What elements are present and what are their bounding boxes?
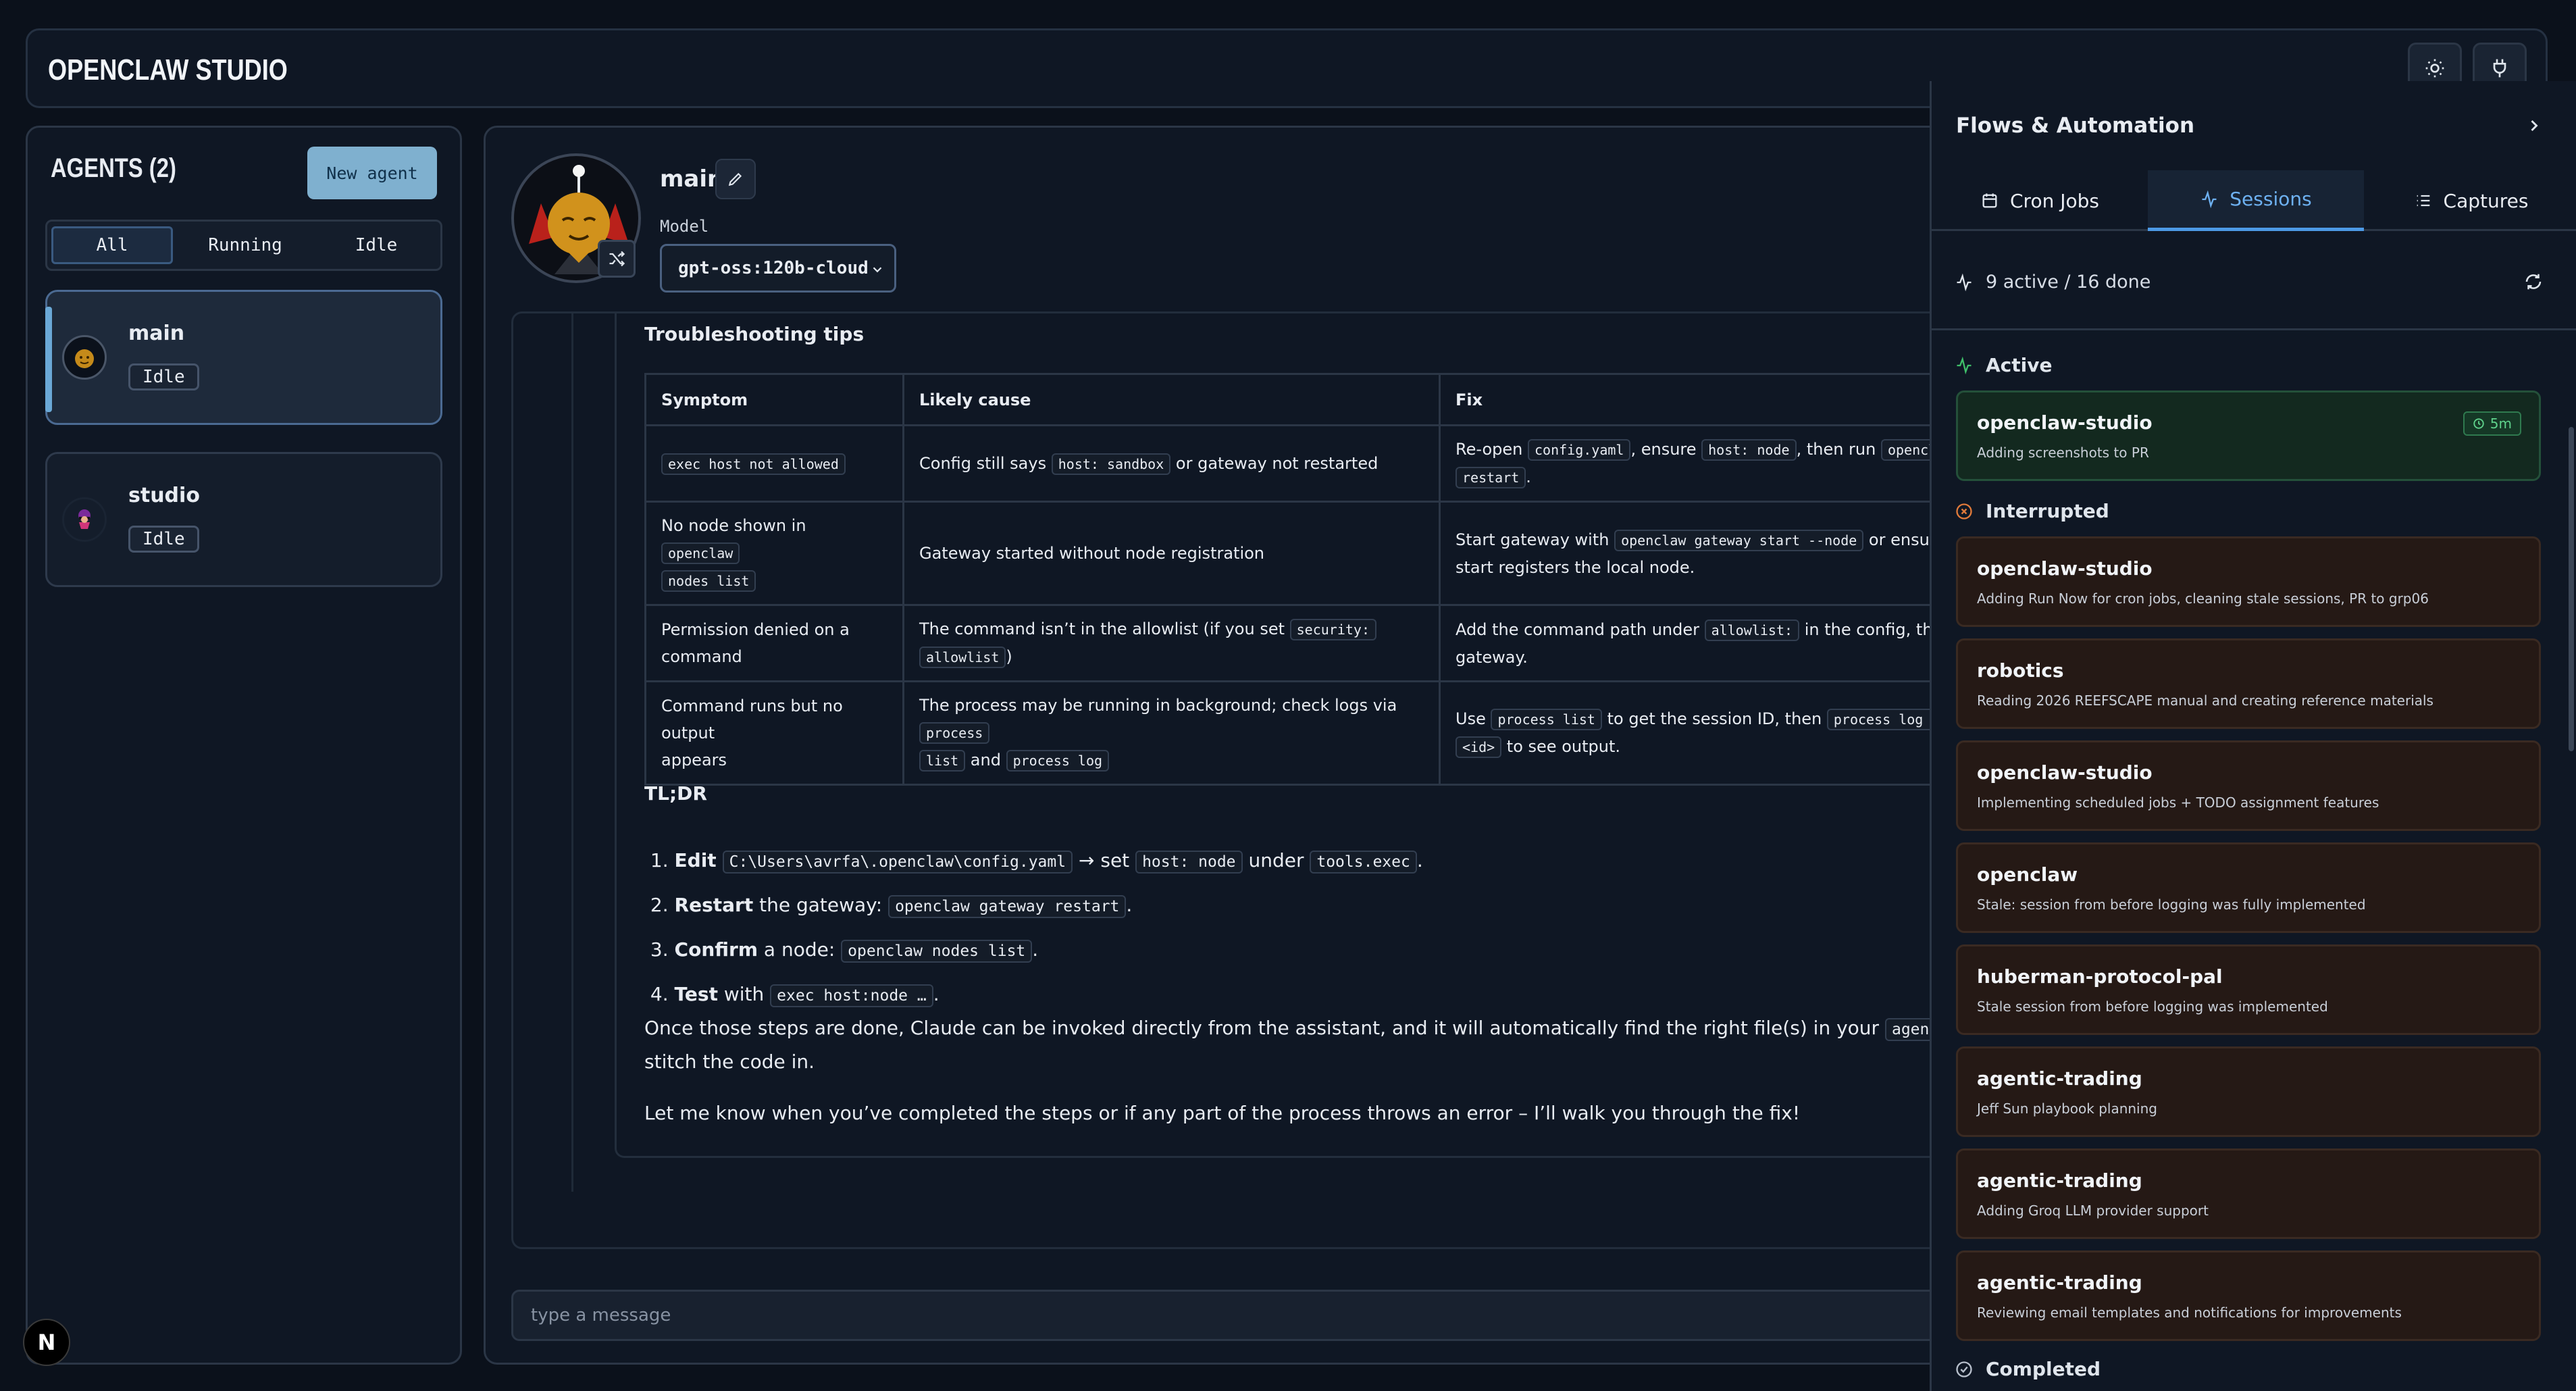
- filter-running[interactable]: Running: [182, 226, 308, 264]
- agents-panel: AGENTS (2) New agent All Running Idle ma…: [26, 126, 462, 1365]
- session-card[interactable]: agentic-trading Jeff Sun playbook plannin…: [1956, 1046, 2541, 1137]
- status-badge: Idle: [128, 526, 199, 553]
- refresh-button[interactable]: [2523, 272, 2544, 295]
- flows-title: Flows & Automation: [1956, 113, 2195, 138]
- app: OPENCLAW STUDIO AGENTS (2) New agent All…: [0, 0, 2576, 1391]
- refresh-icon: [2525, 274, 2542, 290]
- thread-line: [571, 313, 573, 1192]
- table-row: Permission denied on a command The comman…: [644, 604, 1992, 682]
- avatar: [62, 497, 107, 542]
- scrollbar-thumb[interactable]: [2569, 427, 2574, 751]
- filter-idle[interactable]: Idle: [315, 226, 438, 264]
- dev-tools-button[interactable]: N: [23, 1319, 70, 1366]
- avatar: [62, 335, 107, 380]
- session-card[interactable]: robotics Reading 2026 REEFSCAPE manual an…: [1956, 638, 2541, 729]
- table-header-row: Symptom Likely cause Fix: [644, 373, 1992, 426]
- agent-name-title: main: [660, 166, 724, 193]
- scrollbar[interactable]: [2567, 332, 2576, 1386]
- section-completed: Completed: [1955, 1358, 2101, 1380]
- table-cell: exec host not allowed: [644, 424, 904, 503]
- tab-cron-jobs[interactable]: Cron Jobs: [1932, 170, 2148, 231]
- plug-icon: [2493, 59, 2506, 78]
- chevron-down-icon: [873, 267, 882, 273]
- table-cell: Command runs but no output appears: [644, 680, 904, 786]
- filter-all[interactable]: All: [51, 226, 173, 264]
- new-agent-button[interactable]: New agent: [307, 147, 437, 199]
- list-item: 1. Edit C:\Users\avrfa\.openclaw\config.…: [644, 839, 1423, 884]
- chevron-right-icon: [2531, 120, 2538, 132]
- flows-panel: Flows & Automation Cron Jobs Sessions Ca…: [1930, 81, 2576, 1391]
- activity-icon: [1957, 273, 1972, 291]
- calendar-icon: [1982, 193, 1997, 208]
- status-badge: Idle: [128, 363, 199, 390]
- session-card[interactable]: openclaw-studio Adding screenshots to PR…: [1956, 390, 2541, 481]
- divider: [1932, 328, 2576, 330]
- list-item: 2. Restart the gateway: openclaw gateway…: [644, 884, 1423, 928]
- session-card[interactable]: openclaw-studio Implementing scheduled jo…: [1956, 740, 2541, 831]
- table-row: Command runs but no output appears The pr…: [644, 680, 1992, 786]
- x-circle-icon: [1956, 503, 1972, 520]
- table-cell: No node shown in openclaw nodes list: [644, 501, 904, 606]
- list-icon: [2417, 195, 2429, 207]
- session-card[interactable]: huberman-protocol-pal Stale session from …: [1956, 944, 2541, 1035]
- collapse-panel-button[interactable]: [2525, 116, 2544, 138]
- agent-card-studio[interactable]: studio Idle: [45, 452, 442, 587]
- tips-heading: Troubleshooting tips: [644, 323, 865, 345]
- list-item: 4. Test with exec host:node ….: [644, 973, 1423, 1017]
- app-title: OPENCLAW STUDIO: [48, 53, 288, 86]
- session-card[interactable]: openclaw-studio Adding Run Now for cron j…: [1956, 536, 2541, 627]
- message-paragraph: Once those steps are done, Claude can be…: [644, 1012, 2065, 1078]
- column-header: Fix: [1438, 373, 1992, 426]
- clock-icon: [2473, 418, 2484, 429]
- model-value: gpt-oss:120b-cloud: [678, 258, 869, 278]
- session-card[interactable]: agentic-trading Adding Groq LLM provider …: [1956, 1148, 2541, 1239]
- table-row: No node shown in openclaw nodes list Gate…: [644, 501, 1992, 606]
- table-cell: Config still says host: sandbox or gatew…: [902, 424, 1441, 503]
- agent-filter-group: All Running Idle: [45, 220, 442, 271]
- agent-card-main[interactable]: main Idle: [45, 290, 442, 425]
- model-label: Model: [660, 217, 709, 236]
- troubleshooting-table: Symptom Likely cause Fix exec host not a…: [644, 373, 1992, 786]
- section-interrupted: Interrupted: [1955, 500, 2109, 522]
- table-cell: The command isn’t in the allowlist (if y…: [902, 604, 1441, 682]
- steps-list: 1. Edit C:\Users\avrfa\.openclaw\config.…: [644, 839, 1423, 1017]
- message-paragraph: Let me know when you’ve completed the st…: [644, 1102, 1801, 1124]
- agent-name: main: [128, 322, 185, 345]
- shuffle-icon: [609, 251, 625, 267]
- pencil-icon: [728, 172, 742, 186]
- session-card[interactable]: openclaw Stale: session from before loggi…: [1956, 842, 2541, 933]
- table-row: exec host not allowed Config still says …: [644, 424, 1992, 503]
- edit-name-button[interactable]: [715, 159, 756, 199]
- tab-captures[interactable]: Captures: [2364, 170, 2576, 231]
- table-cell: Permission denied on a command: [644, 604, 904, 682]
- table-cell: Gateway started without node registratio…: [902, 501, 1441, 606]
- sessions-status: 9 active / 16 done: [1955, 272, 2150, 293]
- activity-icon: [1957, 356, 1972, 374]
- table-cell: Use process list to get the session ID, …: [1438, 680, 1992, 786]
- sun-icon: [2425, 59, 2444, 78]
- duration-badge: 5m: [2463, 411, 2521, 436]
- table-cell: Re-open config.yaml, ensure host: node, …: [1438, 424, 1992, 503]
- column-header: Symptom: [644, 373, 904, 426]
- activity-icon: [2202, 190, 2217, 208]
- check-circle-icon: [1956, 1361, 1972, 1377]
- table-cell: Start gateway with openclaw gateway star…: [1438, 501, 1992, 606]
- section-active: Active: [1955, 354, 2053, 376]
- shuffle-avatar-button[interactable]: [598, 240, 636, 278]
- session-card[interactable]: agentic-trading Reviewing email templates…: [1956, 1250, 2541, 1341]
- agents-title: AGENTS (2): [51, 153, 176, 183]
- flows-tabs: Cron Jobs Sessions Captures: [1932, 170, 2576, 231]
- selected-indicator: [45, 307, 52, 412]
- column-header: Likely cause: [902, 373, 1441, 426]
- table-cell: Add the command path under allowlist: in…: [1438, 604, 1992, 682]
- list-item: 3. Confirm a node: openclaw nodes list.: [644, 928, 1423, 973]
- model-select[interactable]: gpt-oss:120b-cloud: [660, 244, 896, 293]
- tab-sessions[interactable]: Sessions: [2148, 170, 2364, 231]
- table-cell: The process may be running in background…: [902, 680, 1441, 786]
- tldr-heading: TL;DR: [644, 782, 707, 805]
- agent-name: studio: [128, 484, 200, 507]
